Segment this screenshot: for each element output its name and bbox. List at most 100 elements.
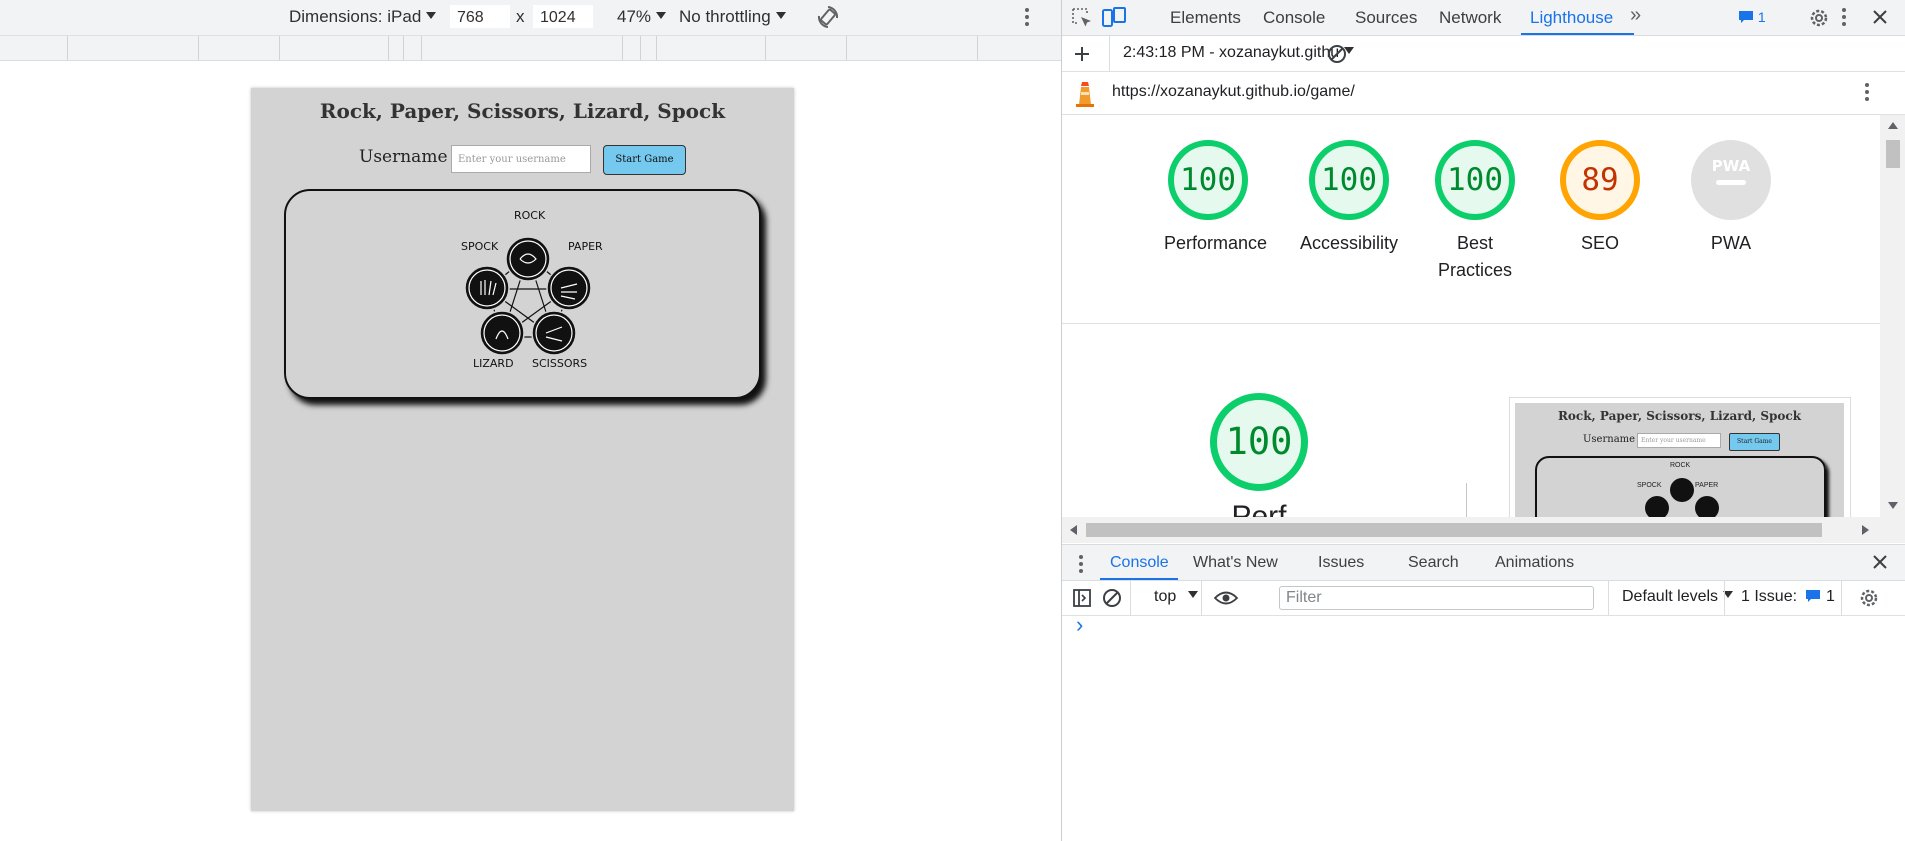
report-vertical-scrollbar[interactable] bbox=[1880, 115, 1905, 517]
drawer-menu-icon[interactable] bbox=[1079, 555, 1083, 576]
tab-console[interactable]: Console bbox=[1263, 8, 1325, 28]
settings-gear-icon[interactable] bbox=[1808, 7, 1830, 29]
zoom-dropdown[interactable]: 47% bbox=[617, 7, 667, 27]
devtools-tabbar: Elements Console Sources Network Lightho… bbox=[1062, 0, 1905, 36]
close-devtools-icon[interactable] bbox=[1872, 9, 1888, 25]
diagram-label-lizard: LIZARD bbox=[473, 357, 514, 370]
device-toolbar-icon[interactable] bbox=[1101, 6, 1127, 30]
diagram-label-paper: PAPER bbox=[568, 240, 603, 253]
score-accessibility[interactable]: 100 Accessibility bbox=[1294, 140, 1404, 257]
console-issues-link[interactable]: 1 Issue: 1 bbox=[1741, 588, 1835, 606]
thumb-label-rock: ROCK bbox=[1670, 462, 1691, 469]
drawer-tab-console[interactable]: Console bbox=[1110, 554, 1169, 572]
thumb-username-input: Enter your username bbox=[1637, 433, 1721, 448]
drawer-tabbar: Console What's New Issues Search Animati… bbox=[1062, 544, 1905, 581]
report-time-label: 2:43:18 PM - xozanaykut.githu bbox=[1123, 44, 1340, 61]
tab-network[interactable]: Network bbox=[1439, 8, 1501, 28]
rotate-icon[interactable] bbox=[816, 4, 840, 30]
score-pwa[interactable]: PWA PWA bbox=[1687, 140, 1775, 257]
devtools-menu-icon[interactable] bbox=[1842, 8, 1846, 29]
inspect-element-icon[interactable] bbox=[1071, 7, 1093, 29]
score-best-practices[interactable]: 100 Best Practices bbox=[1431, 140, 1519, 284]
new-report-plus-icon[interactable] bbox=[1073, 45, 1091, 63]
lighthouse-report: 100 Performance 100 Accessibility 100 Be… bbox=[1062, 115, 1880, 517]
start-game-button[interactable]: Start Game bbox=[603, 145, 686, 175]
score-label: Performance bbox=[1164, 233, 1268, 253]
active-tab-indicator bbox=[1521, 33, 1634, 35]
lighthouse-logo-icon bbox=[1076, 82, 1094, 107]
issues-label: 1 Issue: bbox=[1741, 588, 1798, 605]
vertical-scroll-thumb[interactable] bbox=[1886, 140, 1900, 168]
device-toolbar: Dimensions: iPad 768 x 1024 47% No throt… bbox=[0, 0, 1061, 36]
dimensions-label: Dimensions: iPad bbox=[289, 7, 422, 26]
report-selector[interactable]: 2:43:18 PM - xozanaykut.githu bbox=[1123, 44, 1355, 62]
score-seo[interactable]: 89 SEO bbox=[1556, 140, 1644, 257]
live-expression-eye-icon[interactable] bbox=[1214, 590, 1238, 606]
thumb-title: Rock, Paper, Scissors, Lizard, Spock bbox=[1557, 409, 1802, 423]
drawer-tab-animations[interactable]: Animations bbox=[1495, 554, 1574, 572]
console-settings-gear-icon[interactable] bbox=[1858, 587, 1880, 609]
scroll-up-arrow-icon[interactable] bbox=[1888, 121, 1898, 129]
context-selector[interactable]: top bbox=[1154, 588, 1199, 606]
issues-count: 1 bbox=[1825, 588, 1835, 605]
chevron-down-icon bbox=[426, 12, 437, 19]
username-input[interactable]: Enter your username bbox=[451, 145, 591, 173]
drawer-tab-whats-new[interactable]: What's New bbox=[1193, 554, 1278, 572]
thumb-game-card: ROCK SPOCK PAPER bbox=[1535, 456, 1826, 517]
pwa-badge-text: PWA bbox=[1711, 157, 1751, 175]
scroll-down-arrow-icon[interactable] bbox=[1888, 502, 1898, 510]
scroll-right-arrow-icon[interactable] bbox=[1862, 525, 1870, 535]
message-icon bbox=[1739, 11, 1753, 23]
lighthouse-url-bar: https://xozanaykut.github.io/game/ bbox=[1062, 72, 1905, 115]
game-card: ROCK PAPER SPOCK LIZARD SCISSORS bbox=[284, 189, 761, 399]
horizontal-scroll-thumb[interactable] bbox=[1086, 523, 1822, 537]
username-label: Username bbox=[359, 147, 448, 167]
close-drawer-icon[interactable] bbox=[1872, 554, 1888, 570]
console-output[interactable]: › bbox=[1062, 612, 1905, 841]
console-filter-input[interactable]: Filter bbox=[1279, 586, 1594, 610]
device-emulation-pane: Dimensions: iPad 768 x 1024 47% No throt… bbox=[0, 0, 1061, 841]
clear-all-icon[interactable] bbox=[1327, 44, 1347, 64]
devtools-panel: Elements Console Sources Network Lightho… bbox=[1061, 0, 1905, 841]
media-query-ruler bbox=[0, 36, 1061, 61]
more-tabs-icon[interactable]: » bbox=[1630, 4, 1641, 27]
message-icon bbox=[1806, 590, 1821, 602]
score-label: SEO bbox=[1580, 233, 1619, 253]
more-options-icon[interactable] bbox=[1025, 8, 1029, 29]
score-gauge-large: 100 bbox=[1210, 393, 1308, 491]
log-levels-dropdown[interactable]: Default levels bbox=[1622, 588, 1734, 606]
issues-counter[interactable]: 1 bbox=[1738, 9, 1766, 25]
score-gauge: 100 bbox=[1309, 140, 1389, 220]
dimension-separator: x bbox=[516, 7, 525, 26]
score-performance[interactable]: 100 Performance bbox=[1164, 140, 1268, 257]
thumb-username-label: Username bbox=[1583, 434, 1636, 445]
drawer-tab-issues[interactable]: Issues bbox=[1318, 554, 1364, 572]
diagram-label-scissors: SCISSORS bbox=[532, 357, 588, 370]
chevron-down-icon bbox=[656, 12, 667, 19]
score-gauge: 100 bbox=[1435, 140, 1515, 220]
clear-console-icon[interactable] bbox=[1102, 588, 1122, 608]
width-input[interactable]: 768 bbox=[450, 5, 510, 28]
scroll-left-arrow-icon[interactable] bbox=[1069, 525, 1077, 535]
height-input[interactable]: 1024 bbox=[533, 5, 593, 28]
audited-url: https://xozanaykut.github.io/game/ bbox=[1112, 83, 1355, 100]
dimensions-dropdown[interactable]: Dimensions: iPad bbox=[289, 7, 437, 27]
context-label: top bbox=[1154, 588, 1177, 605]
sidebar-toggle-icon[interactable] bbox=[1072, 588, 1092, 608]
emulated-page: Rock, Paper, Scissors, Lizard, Spock Use… bbox=[251, 88, 794, 811]
diagram-label-rock: ROCK bbox=[514, 209, 546, 222]
thumb-diagram-graphic bbox=[1645, 478, 1719, 517]
tab-elements[interactable]: Elements bbox=[1170, 8, 1241, 28]
drawer-tab-search[interactable]: Search bbox=[1408, 554, 1459, 572]
tab-sources[interactable]: Sources bbox=[1355, 8, 1417, 28]
score-label: Best Practices bbox=[1437, 233, 1513, 280]
tab-lighthouse[interactable]: Lighthouse bbox=[1530, 8, 1613, 28]
report-menu-icon[interactable] bbox=[1865, 83, 1869, 104]
thumb-start-button: Start Game bbox=[1729, 433, 1780, 451]
throttling-dropdown[interactable]: No throttling bbox=[679, 7, 786, 27]
page-title: Rock, Paper, Scissors, Lizard, Spock bbox=[319, 99, 726, 123]
score-label: PWA bbox=[1710, 233, 1752, 253]
performance-section-gauge: 100 Perf bbox=[1209, 393, 1309, 517]
performance-heading: Perf bbox=[1231, 500, 1287, 518]
report-horizontal-scrollbar[interactable] bbox=[1062, 517, 1905, 543]
